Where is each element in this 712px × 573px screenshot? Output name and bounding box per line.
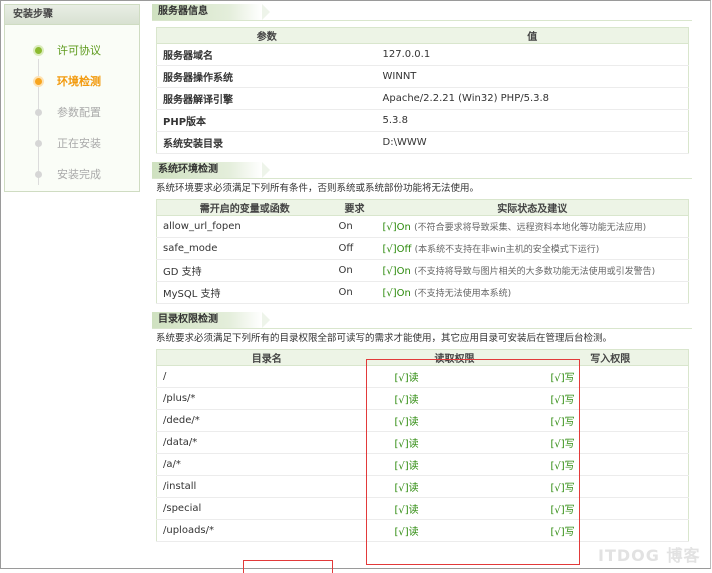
server-info-table: 参数 值 服务器域名 127.0.0.1 服务器操作系统 WINNT 服务器解译引擎… <box>156 27 689 154</box>
status-ok: [√]Off <box>382 244 412 255</box>
status-note: (不支持无法使用本系统) <box>414 289 512 299</box>
dir-permission-heading: 目录权限检测 <box>152 312 270 328</box>
step-complete: 安装完成 <box>5 159 139 190</box>
step-pending-dot-icon <box>35 171 42 178</box>
step-installing: 正在安装 <box>5 128 139 159</box>
table-row: GD 支持 On [√]On (不支持将导致与图片相关的大多数功能无法使用或引发警告… <box>156 259 689 282</box>
step-config: 参数配置 <box>5 97 139 128</box>
install-steps-sidebar: 安装步骤 许可协议 环境检测 参数配置 正在安装 安装完成 <box>4 4 140 192</box>
step-license: 许可协议 <box>5 35 139 66</box>
step-label: 正在安装 <box>57 137 101 150</box>
table-row: MySQL 支持 On [√]On (不支持无法使用本系统) <box>156 281 689 304</box>
table-row: 服务器解译引擎 Apache/2.2.21 (Win32) PHP/5.3.8 <box>156 87 689 110</box>
status-note: (本系统不支持在非win主机的安全模式下运行) <box>414 245 600 255</box>
env-check-heading: 系统环境检测 <box>152 162 270 178</box>
step-label: 许可协议 <box>57 44 101 57</box>
step-env-check: 环境检测 <box>5 66 139 97</box>
status-ok: [√]On <box>382 222 411 233</box>
column-header-directory: 目录名 <box>156 349 377 366</box>
highlight-box-permissions <box>366 359 580 565</box>
step-label: 参数配置 <box>57 106 101 119</box>
watermark: ITDOG 博客 <box>598 546 701 565</box>
table-row: 服务器域名 127.0.0.1 <box>156 43 689 66</box>
column-header-variable: 需开启的变量或函数 <box>156 199 333 216</box>
column-header-param: 参数 <box>156 27 377 44</box>
table-row: 服务器操作系统 WINNT <box>156 65 689 88</box>
column-header-requirement: 要求 <box>332 199 377 216</box>
step-pending-dot-icon <box>35 109 42 116</box>
column-header-status: 实际状态及建议 <box>376 199 689 216</box>
column-header-value: 值 <box>376 27 689 44</box>
table-row: PHP版本 5.3.8 <box>156 109 689 132</box>
env-check-description: 系统环境要求必须满足下列所有条件，否则系统或系统部份功能将无法使用。 <box>156 183 480 194</box>
sidebar-title: 安装步骤 <box>5 5 139 25</box>
step-pending-dot-icon <box>35 140 42 147</box>
status-ok: [√]On <box>382 288 411 299</box>
dir-permission-description: 系统要求必须满足下列所有的目录权限全部可读写的需求才能使用，其它应用目录可安装后… <box>156 333 613 344</box>
server-info-heading: 服务器信息 <box>152 4 270 20</box>
step-active-dot-icon <box>35 78 42 85</box>
table-row: allow_url_fopen On [√]On (不符合要求将导致采集、远程资料本… <box>156 215 689 238</box>
step-label: 安装完成 <box>57 168 101 181</box>
table-row: safe_mode Off [√]Off (本系统不支持在非win主机的安全模式下运… <box>156 237 689 260</box>
step-label: 环境检测 <box>57 75 101 88</box>
step-done-dot-icon <box>35 47 42 54</box>
highlight-box-button <box>243 560 333 573</box>
env-check-table: 需开启的变量或函数 要求 实际状态及建议 allow_url_fopen On [√… <box>156 199 689 304</box>
table-row: 系统安装目录 D:\WWW <box>156 131 689 154</box>
step-list: 许可协议 环境检测 参数配置 正在安装 安装完成 <box>5 35 139 190</box>
status-note: (不符合要求将导致采集、远程资料本地化等功能无法应用) <box>414 223 647 233</box>
status-ok: [√]On <box>382 266 411 277</box>
status-note: (不支持将导致与图片相关的大多数功能无法使用或引发警告) <box>414 267 656 277</box>
